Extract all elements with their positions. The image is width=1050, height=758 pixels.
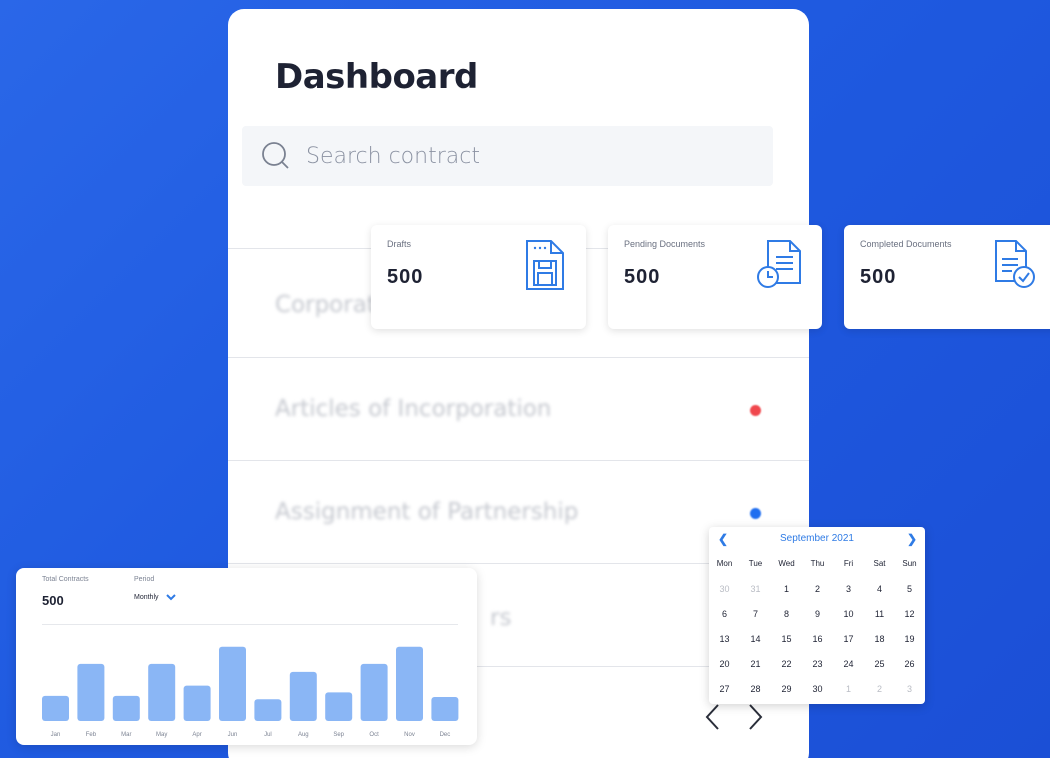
calendar-day[interactable]: 2 xyxy=(802,584,833,594)
stat-label: Pending Documents xyxy=(624,239,706,249)
bar-apr[interactable] xyxy=(183,685,211,721)
calendar-day[interactable]: 8 xyxy=(771,609,802,619)
calendar-day[interactable]: 3 xyxy=(833,584,864,594)
calendar-day[interactable]: 23 xyxy=(802,659,833,669)
weekday-label: Fri xyxy=(843,559,854,568)
weekday-label: Mon xyxy=(716,559,733,568)
calendar-day[interactable]: 7 xyxy=(740,609,771,619)
stat-card-completed[interactable]: Completed Documents 500 xyxy=(844,225,1050,329)
calendar-day[interactable]: 28 xyxy=(740,684,771,694)
calendar-day[interactable]: 31 xyxy=(740,584,771,594)
bar-nov[interactable] xyxy=(396,646,423,721)
stat-card-drafts[interactable]: Drafts 500 xyxy=(371,225,586,329)
x-tick-label: Jan xyxy=(51,732,61,738)
weekday-label: Thu xyxy=(810,559,825,568)
bar-aug[interactable] xyxy=(289,671,317,721)
x-tick-label: Oct xyxy=(369,732,379,738)
x-tick-label: Jul xyxy=(264,732,272,738)
x-tick-label: May xyxy=(156,732,167,738)
bar-jun[interactable] xyxy=(219,646,246,721)
search-input[interactable]: Search contract xyxy=(242,126,773,186)
stat-label: Completed Documents xyxy=(860,239,952,249)
contracts-chart-card: Total Contracts Period 500 Monthly Jan Fe… xyxy=(16,568,477,745)
search-icon xyxy=(262,142,289,169)
floppy-document-icon xyxy=(526,240,564,290)
chevron-left-icon[interactable] xyxy=(702,702,724,732)
divider xyxy=(228,460,809,461)
bar-jan[interactable] xyxy=(42,695,69,721)
x-tick-label: Aug xyxy=(298,732,309,738)
bar-feb[interactable] xyxy=(77,663,105,721)
calendar-day[interactable]: 20 xyxy=(709,659,740,669)
status-dot-blue xyxy=(750,508,761,519)
calendar-next-icon[interactable]: ❯ xyxy=(907,532,917,546)
list-item[interactable]: rs xyxy=(490,605,511,631)
calendar-day[interactable]: 13 xyxy=(709,634,740,644)
bar-dec[interactable] xyxy=(431,697,459,721)
calendar-day[interactable]: 19 xyxy=(894,634,925,644)
stat-value: 500 xyxy=(624,266,661,288)
calendar-day[interactable]: 30 xyxy=(802,684,833,694)
x-tick-label: Apr xyxy=(192,732,201,738)
calendar-day[interactable]: 27 xyxy=(709,684,740,694)
chevron-right-icon[interactable] xyxy=(744,702,766,732)
calendar-day[interactable]: 25 xyxy=(864,659,895,669)
calendar-day[interactable]: 26 xyxy=(894,659,925,669)
calendar-day[interactable]: 21 xyxy=(740,659,771,669)
calendar-day[interactable]: 10 xyxy=(833,609,864,619)
bar-may[interactable] xyxy=(148,663,176,721)
bar-jul[interactable] xyxy=(254,699,282,721)
calendar-day[interactable]: 5 xyxy=(894,584,925,594)
x-tick-label: Feb xyxy=(86,732,97,738)
x-tick-label: Sep xyxy=(333,732,344,738)
calendar-day[interactable]: 22 xyxy=(771,659,802,669)
weekday-label: Tue xyxy=(748,559,763,568)
calendar-day[interactable]: 18 xyxy=(864,634,895,644)
calendar-day[interactable]: 29 xyxy=(771,684,802,694)
search-placeholder: Search contract xyxy=(306,144,480,169)
bar-mar[interactable] xyxy=(112,695,140,721)
contracts-bar-chart: Jan Feb Mar May Apr Jun Jul Aug Sep Oct Nov Dec xyxy=(42,646,459,738)
stat-card-pending[interactable]: Pending Documents 500 xyxy=(608,225,822,329)
calendar-day[interactable]: 1 xyxy=(833,684,864,694)
stat-value: 500 xyxy=(387,266,424,288)
calendar-day[interactable]: 17 xyxy=(833,634,864,644)
list-item[interactable]: Articles of Incorporation xyxy=(275,396,551,422)
calendar-month-label: September 2021 xyxy=(780,533,854,544)
weekday-label: Sat xyxy=(873,559,886,568)
x-tick-label: Dec xyxy=(440,732,451,738)
calendar-day[interactable]: 15 xyxy=(771,634,802,644)
divider xyxy=(228,357,809,358)
calendar-day[interactable]: 30 xyxy=(709,584,740,594)
calendar-widget: ❮ September 2021 ❯ Mon Tue Wed Thu Fri Sat Sun… xyxy=(709,527,925,704)
calendar-day[interactable]: 12 xyxy=(894,609,925,619)
list-item[interactable]: Assignment of Partnership xyxy=(275,499,578,525)
status-dot-red xyxy=(750,405,761,416)
bar-oct[interactable] xyxy=(360,663,388,721)
calendar-day[interactable]: 3 xyxy=(894,684,925,694)
x-tick-label: Nov xyxy=(404,732,415,738)
calendar-day[interactable]: 6 xyxy=(709,609,740,619)
x-tick-label: Mar xyxy=(121,732,131,738)
calendar-day[interactable]: 24 xyxy=(833,659,864,669)
calendar-day[interactable]: 9 xyxy=(802,609,833,619)
calendar-day[interactable]: 16 xyxy=(802,634,833,644)
page-title: Dashboard xyxy=(275,57,478,97)
calendar-day[interactable]: 4 xyxy=(864,584,895,594)
check-document-icon xyxy=(995,240,1035,288)
x-tick-label: Jun xyxy=(228,732,238,738)
bar-sep[interactable] xyxy=(325,692,353,721)
calendar-day[interactable]: 2 xyxy=(864,684,895,694)
calendar-day[interactable]: 14 xyxy=(740,634,771,644)
weekday-label: Sun xyxy=(902,559,917,568)
stat-value: 500 xyxy=(860,266,897,288)
clock-document-icon xyxy=(757,240,801,288)
weekday-label: Wed xyxy=(778,559,795,568)
calendar-day[interactable]: 1 xyxy=(771,584,802,594)
stat-label: Drafts xyxy=(387,239,412,249)
calendar-day[interactable]: 11 xyxy=(864,609,895,619)
